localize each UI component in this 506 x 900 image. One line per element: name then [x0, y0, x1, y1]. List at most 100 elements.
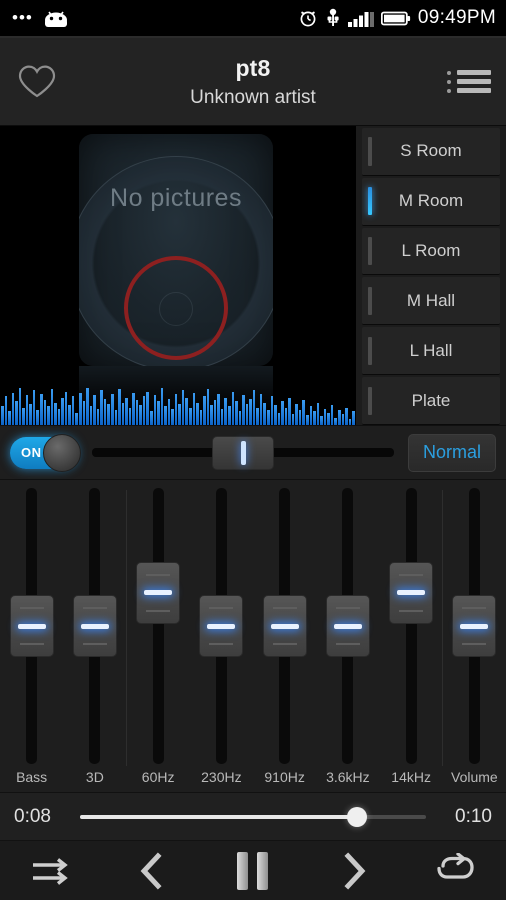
- visualizer-bar: [288, 397, 291, 425]
- eq-band-label: 14kHz: [391, 769, 431, 785]
- reverb-item-m-room[interactable]: M Room: [362, 177, 500, 226]
- visualizer-bar: [54, 402, 57, 425]
- page-title: pt8: [235, 54, 271, 81]
- pause-button[interactable]: [217, 843, 289, 899]
- eq-slider[interactable]: [253, 488, 316, 764]
- visualizer-bar: [22, 407, 25, 425]
- reverb-item-l-hall[interactable]: L Hall: [362, 327, 500, 376]
- visualizer-bar: [259, 394, 263, 425]
- eq-slider-thumb[interactable]: [199, 595, 244, 657]
- shuffle-icon: [29, 854, 73, 888]
- status-bar-clock: 09:49PM: [417, 7, 496, 28]
- visualizer-bar: [327, 412, 330, 425]
- eq-slider-thumb[interactable]: [72, 595, 117, 657]
- visualizer-bar: [139, 405, 142, 425]
- eq-slider[interactable]: [127, 488, 190, 764]
- visualizer-bar: [32, 390, 36, 425]
- eq-band-3d[interactable]: 3D: [63, 488, 127, 792]
- usb-icon: [325, 8, 341, 28]
- visualizer-bar: [337, 410, 341, 425]
- visualizer-bar: [330, 405, 334, 425]
- preset-button-label: Normal: [422, 442, 481, 462]
- visualizer-bar: [228, 406, 231, 425]
- visualizer-bar: [178, 403, 181, 425]
- status-bar-right: 09:49PM: [298, 7, 496, 29]
- alarm-clock-icon: [298, 8, 318, 28]
- reverb-item-plate[interactable]: Plate: [362, 377, 500, 425]
- eq-slider-thumb[interactable]: [389, 561, 434, 624]
- playlist-button[interactable]: [432, 66, 506, 97]
- album-art-panel[interactable]: No pictures: [0, 126, 355, 425]
- eq-band-910hz[interactable]: 910Hz: [253, 488, 316, 792]
- balance-slider[interactable]: [92, 435, 394, 470]
- visualizer-bar: [298, 410, 302, 425]
- next-icon: [337, 851, 371, 891]
- visualizer-bar: [64, 391, 68, 425]
- eq-slider-track: [152, 488, 164, 764]
- visualizer-bar: [171, 408, 174, 425]
- eq-band-60hz[interactable]: 60Hz: [127, 488, 190, 792]
- visualizer-bar: [270, 396, 274, 425]
- reverb-preset-list[interactable]: S Room M Room L Room M Hall L Hall Plate: [355, 126, 506, 425]
- visualizer-bar: [47, 406, 50, 425]
- eq-slider[interactable]: [63, 488, 126, 764]
- visualizer-bar: [107, 403, 110, 425]
- visualizer-bar: [284, 407, 288, 425]
- seek-bar-thumb[interactable]: [346, 806, 367, 827]
- visualizer-bar: [25, 395, 29, 425]
- visualizer-bar: [281, 401, 284, 425]
- seek-bar[interactable]: [80, 806, 426, 828]
- favorite-button[interactable]: [0, 64, 74, 100]
- visualizer-bar: [110, 394, 114, 425]
- status-bar-left: •••: [12, 9, 69, 27]
- reverb-item-l-room[interactable]: L Room: [362, 227, 500, 276]
- effects-toggle[interactable]: ON: [10, 433, 81, 472]
- android-robot-icon: [43, 9, 69, 27]
- eq-band-volume[interactable]: Volume: [443, 488, 506, 792]
- eq-band-230hz[interactable]: 230Hz: [190, 488, 253, 792]
- shuffle-button[interactable]: [15, 843, 87, 899]
- eq-thumb-indicator: [397, 590, 426, 596]
- effects-control-row: ON Normal: [0, 425, 506, 480]
- balance-thumb-indicator: [240, 440, 246, 465]
- reverb-item-m-hall[interactable]: M Hall: [362, 277, 500, 326]
- repeat-button[interactable]: [419, 843, 491, 899]
- visualizer-bar: [235, 401, 238, 425]
- reverb-item-s-room[interactable]: S Room: [362, 128, 500, 176]
- eq-slider-thumb[interactable]: [9, 595, 54, 657]
- visualizer-bar: [75, 412, 79, 425]
- preset-button[interactable]: Normal: [408, 433, 496, 472]
- visualizer-bar: [153, 395, 157, 425]
- eq-band-14khz[interactable]: 14kHz: [380, 488, 444, 792]
- eq-slider-thumb[interactable]: [452, 595, 497, 657]
- eq-slider-thumb[interactable]: [136, 561, 181, 624]
- eq-slider-thumb[interactable]: [262, 595, 307, 657]
- eq-slider[interactable]: [443, 488, 506, 764]
- eq-thumb-indicator: [460, 623, 489, 629]
- visualizer-bar: [274, 405, 277, 425]
- visualizer-bar: [50, 389, 54, 425]
- previous-icon: [135, 851, 169, 891]
- eq-slider[interactable]: [190, 488, 253, 764]
- eq-slider-thumb[interactable]: [325, 595, 370, 657]
- eq-slider[interactable]: [0, 488, 63, 764]
- track-artist: Unknown artist: [190, 86, 316, 108]
- visualizer-bar: [249, 398, 252, 425]
- list-menu-icon: [447, 66, 491, 97]
- reverb-item-indicator: [368, 386, 372, 415]
- effects-toggle-knob: [43, 433, 81, 472]
- visualizer-bar: [15, 401, 18, 425]
- eq-thumb-indicator: [17, 623, 46, 629]
- balance-slider-thumb[interactable]: [212, 435, 274, 470]
- eq-band-bass[interactable]: Bass: [0, 488, 63, 792]
- previous-button[interactable]: [116, 843, 188, 899]
- visualizer-bar: [220, 408, 224, 425]
- heart-icon: [17, 64, 57, 100]
- eq-slider[interactable]: [380, 488, 443, 764]
- eq-band-36khz[interactable]: 3.6kHz: [316, 488, 379, 792]
- visualizer-bar: [8, 411, 11, 425]
- next-button[interactable]: [318, 843, 390, 899]
- visualizer-bar: [89, 406, 93, 425]
- eq-slider[interactable]: [316, 488, 379, 764]
- music-player-screen: ••• 09:49PM pt8 Unknown artist No pictur…: [0, 0, 506, 900]
